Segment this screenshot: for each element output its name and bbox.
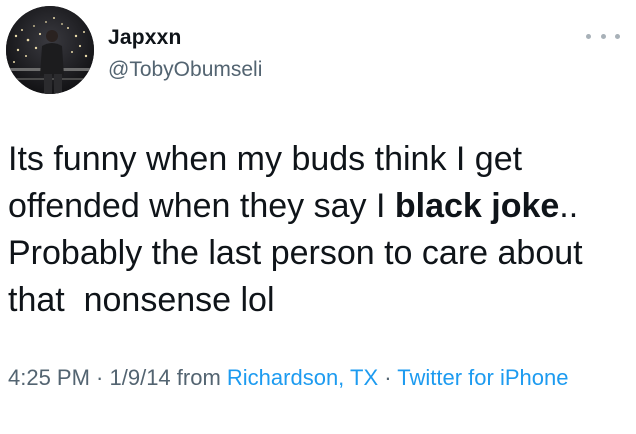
separator: · [89,365,110,390]
more-options-icon[interactable] [586,26,620,46]
more-dot-icon [600,33,606,39]
user-handle[interactable]: @TobyObumseli [108,58,262,82]
more-dot-icon [586,33,591,39]
avatar[interactable] [6,6,94,94]
source-link[interactable]: Twitter for iPhone [397,365,568,390]
location-link[interactable]: Richardson, TX [227,365,378,390]
display-name[interactable]: Japxxn [108,26,182,50]
tweet-time[interactable]: 4:25 PM [8,365,90,390]
tweet-date[interactable]: 1/9/14 [110,365,171,390]
from-label: from [170,365,227,390]
tweet-text-bold: black joke [394,187,560,225]
tweet-text: Its funny when my buds think I get offen… [8,136,630,324]
profile-photo [6,6,94,94]
more-dot-icon [615,33,620,39]
tweet-metadata: 4:25 PM · 1/9/14 from Richardson, TX · T… [8,362,628,394]
separator: · [378,365,398,390]
tweet-card: Japxxn @TobyObumseli Its funny when my b… [0,0,636,434]
